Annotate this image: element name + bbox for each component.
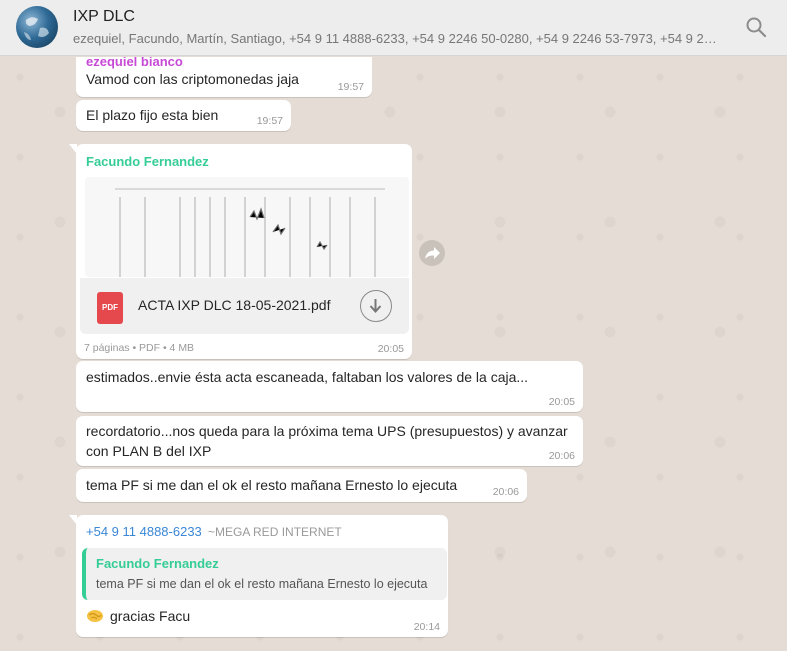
message-time: 20:06 bbox=[548, 450, 575, 462]
message-bubble[interactable]: recordatorio...nos queda para la próxima… bbox=[76, 416, 583, 466]
message-text: estimados..envie ésta acta escaneada, fa… bbox=[86, 369, 529, 385]
chat-title: IXP DLC bbox=[73, 8, 135, 25]
message-time: 20:06 bbox=[492, 486, 519, 498]
message-time: 19:57 bbox=[256, 115, 283, 127]
pdf-icon: PDF bbox=[97, 292, 123, 324]
message-text: Vamod con las criptomonedas jaja bbox=[86, 71, 299, 87]
search-icon[interactable] bbox=[745, 16, 767, 38]
document-name[interactable]: ACTA IXP DLC 18-05-2021.pdf bbox=[138, 297, 330, 313]
bubble-tail bbox=[69, 515, 77, 525]
chat-header[interactable]: IXP DLC ezequiel, Facundo, Martín, Santi… bbox=[0, 0, 787, 56]
reply-message[interactable]: +54 9 11 4888-6233 ~MEGA RED INTERNET Fa… bbox=[69, 515, 448, 637]
download-icon[interactable] bbox=[360, 290, 392, 322]
message-text-row: gracias Facu bbox=[86, 606, 190, 626]
document-message[interactable]: Facundo Fernandez PDF ACTA IXP DLC 18-05… bbox=[69, 144, 412, 359]
quoted-message[interactable]: Facundo Fernandez tema PF si me dan el o… bbox=[82, 548, 447, 600]
message-time: 20:05 bbox=[377, 343, 404, 355]
document-meta: 7 páginas • PDF • 4 MB bbox=[84, 342, 195, 354]
message-text: tema PF si me dan el ok el resto mañana … bbox=[86, 477, 458, 493]
forward-icon[interactable] bbox=[419, 240, 445, 266]
message-sender: Facundo Fernandez bbox=[86, 154, 209, 169]
message-bubble[interactable]: estimados..envie ésta acta escaneada, fa… bbox=[76, 361, 583, 412]
chat-panel[interactable]: ezequiel bianco Vamod con las criptomone… bbox=[0, 57, 787, 651]
message-bubble[interactable]: tema PF si me dan el ok el resto mañana … bbox=[76, 469, 527, 502]
message-sender: ezequiel bianco bbox=[86, 57, 183, 69]
quoted-sender: Facundo Fernandez bbox=[96, 556, 219, 571]
group-avatar[interactable] bbox=[16, 6, 58, 48]
message-text-line: con PLAN B del IXP bbox=[86, 443, 212, 459]
message-time: 19:57 bbox=[337, 81, 364, 93]
handshake-icon bbox=[86, 606, 104, 624]
message-text: gracias Facu bbox=[110, 608, 191, 624]
message-bubble[interactable]: El plazo fijo esta bien 19:57 bbox=[76, 100, 291, 131]
message-time: 20:05 bbox=[548, 396, 575, 408]
message-time: 20:14 bbox=[413, 621, 440, 633]
document-file[interactable]: PDF ACTA IXP DLC 18-05-2021.pdf bbox=[80, 278, 409, 334]
message-sender-phone[interactable]: +54 9 11 4888-6233 bbox=[86, 524, 202, 539]
message-sender-alias: ~MEGA RED INTERNET bbox=[208, 525, 342, 539]
message-text: El plazo fijo esta bien bbox=[86, 107, 219, 123]
message-bubble[interactable]: ezequiel bianco Vamod con las criptomone… bbox=[76, 57, 372, 97]
document-preview[interactable] bbox=[85, 177, 409, 277]
bubble-tail bbox=[69, 144, 77, 154]
chat-participants: ezequiel, Facundo, Martín, Santiago, +54… bbox=[73, 31, 723, 46]
quoted-text: tema PF si me dan el ok el resto mañana … bbox=[96, 577, 428, 591]
message-text-line: recordatorio...nos queda para la próxima… bbox=[86, 423, 568, 439]
